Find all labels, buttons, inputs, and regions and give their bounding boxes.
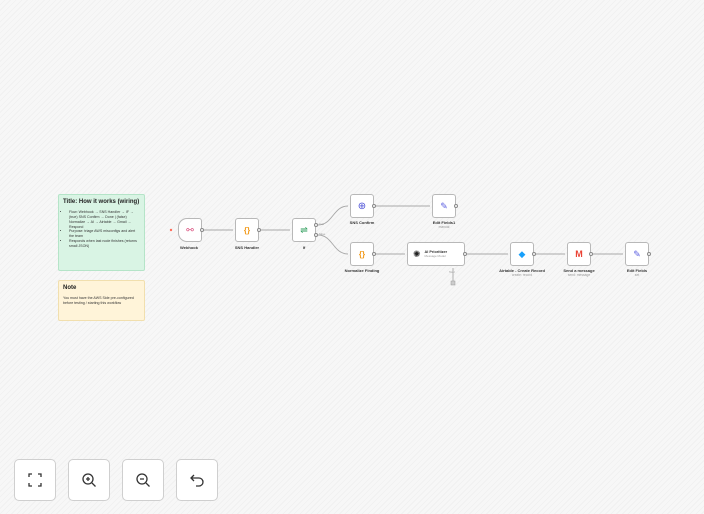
output-handle[interactable]: [372, 252, 376, 256]
tool-connector-label: Tool: [449, 270, 455, 274]
openai-icon: ✺: [413, 248, 421, 259]
node-gmail[interactable]: M: [567, 242, 591, 266]
node-label: Normalize Finding: [344, 268, 380, 273]
node-normalize-finding[interactable]: {}: [350, 242, 374, 266]
sticky-item: Flow: Webhook → SNS Handler → IF → (true…: [69, 210, 140, 229]
node-edit-fields1[interactable]: ✎: [432, 194, 456, 218]
zoom-out-button[interactable]: [122, 459, 164, 501]
node-edit-fields[interactable]: ✎: [625, 242, 649, 266]
sticky-how-it-works[interactable]: Title: How it works (wiring) Flow: Webho…: [58, 194, 145, 271]
output-handle[interactable]: [372, 204, 376, 208]
node-subtitle: manual: [438, 225, 450, 229]
undo-button[interactable]: [176, 459, 218, 501]
sticky-title: Title: How it works (wiring): [63, 199, 140, 205]
fit-view-icon: [28, 473, 42, 487]
zoom-in-button[interactable]: [68, 459, 110, 501]
output-handle[interactable]: [454, 204, 458, 208]
node-webhook[interactable]: ⚯: [178, 218, 202, 242]
undo-icon: [190, 474, 204, 487]
output-false-label: false: [319, 232, 326, 236]
node-sns-handler[interactable]: {}: [235, 218, 259, 242]
node-airtable[interactable]: ◆: [510, 242, 534, 266]
airtable-icon: ◆: [518, 248, 526, 259]
code-braces-icon: {}: [243, 225, 251, 235]
node-label: If: [302, 245, 306, 250]
node-label: SNS Confirm: [349, 220, 375, 225]
node-subtitle: Message Model: [424, 254, 446, 258]
sticky-note[interactable]: Note You must have the AWS Side pre-conf…: [58, 280, 145, 321]
gmail-icon: M: [575, 249, 583, 259]
zoom-in-icon: [82, 473, 96, 487]
node-if[interactable]: ⇌: [292, 218, 316, 242]
output-handle[interactable]: [589, 252, 593, 256]
output-handle[interactable]: [532, 252, 536, 256]
output-true-label: true: [319, 222, 325, 226]
zoom-out-icon: [136, 473, 150, 487]
pencil-icon: ✎: [633, 248, 641, 259]
pencil-icon: ✎: [440, 200, 448, 211]
trigger-marker: [169, 228, 173, 232]
output-handle[interactable]: [257, 228, 261, 232]
sticky-title: Note: [63, 285, 77, 291]
node-subtitle: set: [634, 273, 640, 277]
zoom-to-fit-button[interactable]: [14, 459, 56, 501]
node-ai-prioritizer[interactable]: ✺ AI Prioritizer Message Model: [407, 242, 465, 266]
sticky-item: Responds when last node finishes (return…: [69, 239, 140, 249]
sticky-item: Purpose: triage AWS misconfigs and alert…: [69, 229, 140, 239]
output-handle-false[interactable]: [314, 233, 318, 237]
output-handle[interactable]: [200, 228, 204, 232]
node-sns-confirm[interactable]: ⊕: [350, 194, 374, 218]
sticky-item: You must have the AWS Side pre-configure…: [63, 296, 134, 305]
add-tool-button: [450, 280, 456, 286]
globe-icon: ⊕: [357, 200, 367, 212]
output-handle-true[interactable]: [314, 223, 318, 227]
output-handle[interactable]: [647, 252, 651, 256]
signpost-icon: ⇌: [300, 224, 308, 235]
webhook-icon: ⚯: [186, 224, 194, 235]
output-handle[interactable]: [463, 252, 467, 256]
code-braces-icon: {}: [358, 249, 366, 259]
